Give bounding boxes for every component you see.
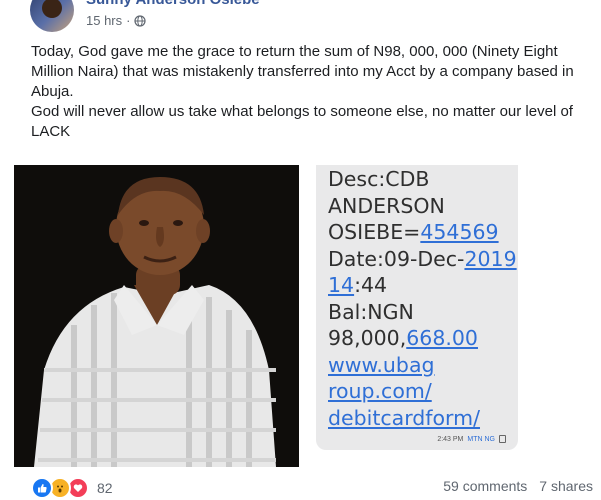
reaction-count[interactable]: 82: [97, 480, 113, 496]
sms-hour-link[interactable]: 14: [328, 273, 354, 297]
sms-date-text: Date:09-Dec-: [328, 246, 465, 271]
sms-balance-label: Bal:NGN: [328, 299, 414, 324]
sms-screenshot: Desc:CDB ANDERSON OSIEBE=454569 Date:09-…: [299, 165, 601, 467]
like-icon: [31, 477, 53, 499]
sms-name-line: ANDERSON: [328, 193, 445, 218]
sms-number-link[interactable]: 454569: [420, 220, 498, 244]
sms-message: Desc:CDB ANDERSON OSIEBE=454569 Date:09-…: [328, 166, 517, 431]
author-name[interactable]: Sunny Anderson Osiebe: [86, 0, 260, 8]
sms-balance-link[interactable]: 668.00: [406, 326, 478, 350]
sms-desc: Desc:CDB: [328, 167, 430, 191]
sms-name-text: OSIEBE=: [328, 220, 421, 244]
comments-count[interactable]: 59 comments: [443, 478, 527, 494]
sms-bubble: Desc:CDB ANDERSON OSIEBE=454569 Date:09-…: [316, 165, 518, 450]
sms-url-line[interactable]: www.ubag: [328, 353, 435, 377]
post-meta: 15 hrs ·: [86, 13, 147, 28]
post-header: Sunny Anderson Osiebe 15 hrs ·: [0, 0, 601, 40]
sms-carrier: MTN NG: [467, 435, 495, 443]
man-photo[interactable]: [14, 165, 299, 467]
globe-icon[interactable]: [134, 14, 147, 27]
post-footer: 82 59 comments 7 shares: [0, 468, 601, 500]
sms-url-line[interactable]: roup.com/: [328, 379, 432, 403]
sms-balance-text: 98,000,: [328, 326, 407, 350]
sms-url-line[interactable]: debitcardform/: [328, 406, 480, 430]
reaction-summary[interactable]: 82: [31, 477, 113, 499]
sms-footer: 2:43 PM MTN NG: [437, 435, 506, 443]
man-photo-illustration: [14, 165, 299, 467]
sms-sent-time: 2:43 PM: [437, 435, 464, 443]
post-paragraph: God will never allow us take what belong…: [31, 103, 573, 140]
post-paragraph: Today, God gave me the grace to return t…: [31, 43, 574, 100]
sim-icon: [499, 435, 506, 443]
meta-separator: ·: [126, 13, 131, 28]
post-media[interactable]: Desc:CDB ANDERSON OSIEBE=454569 Date:09-…: [14, 165, 601, 467]
shares-count[interactable]: 7 shares: [539, 478, 593, 494]
post-body: Today, God gave me the grace to return t…: [31, 42, 591, 142]
author-avatar[interactable]: [30, 0, 74, 32]
post-time[interactable]: 15 hrs: [86, 13, 122, 28]
sms-minute-text: :44: [354, 273, 388, 297]
engagement-stats: 59 comments 7 shares: [443, 478, 593, 494]
sms-year-link[interactable]: 2019: [464, 247, 516, 271]
